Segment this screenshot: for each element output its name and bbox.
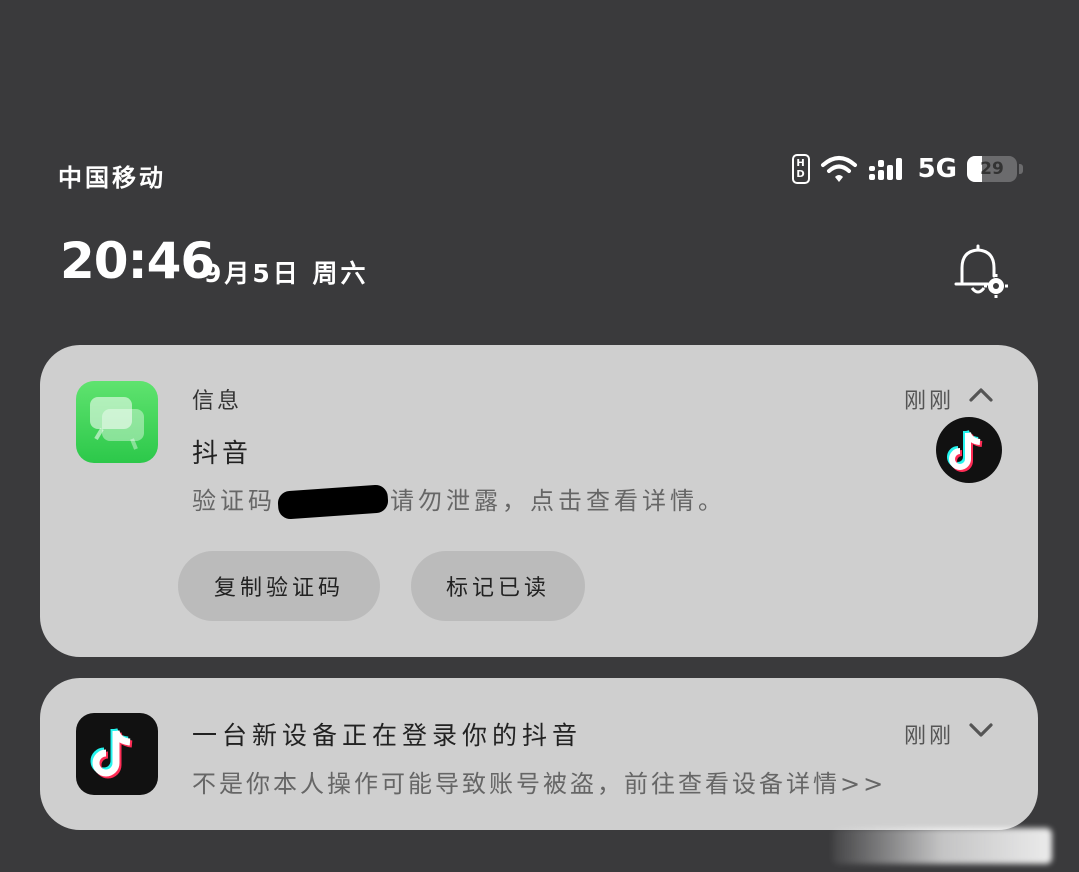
notification-time: 刚刚: [903, 389, 954, 414]
notification-card-tiktok[interactable]: 一台新设备正在登录你的抖音 刚刚 不是你本人操作可能导致账号被盗，前往查看设备详…: [40, 678, 1038, 830]
messages-icon: [76, 381, 158, 463]
tiktok-icon: [76, 713, 158, 795]
battery-icon: 29: [967, 156, 1023, 182]
tiktok-avatar-icon: [936, 417, 1002, 483]
copy-code-button[interactable]: 复制验证码: [178, 551, 380, 621]
notification-body: 不是你本人操作可能导致账号被盗，前往查看设备详情>>: [192, 770, 887, 798]
chevron-down-icon[interactable]: [968, 716, 994, 742]
notification-body: 验证码 请勿泄露，点击查看详情。: [192, 481, 726, 520]
notification-title: 一台新设备正在登录你的抖音: [192, 721, 583, 750]
network-type: 5G: [917, 154, 957, 184]
battery-level: 29: [980, 159, 1004, 179]
hd-label-top: H: [796, 158, 805, 169]
app-name: 信息: [192, 389, 243, 414]
date: 9月5日 周六: [204, 259, 369, 288]
mark-read-button[interactable]: 标记已读: [411, 551, 585, 621]
status-bar: 中国移动 H D 5G 29: [0, 150, 1079, 196]
notification-card-messages[interactable]: 信息 刚刚 抖音 验证码 请勿泄露，点击查看详情。 复制验证码 标记已读: [40, 345, 1038, 657]
battery-tip: [1019, 164, 1023, 174]
chevron-up-icon[interactable]: [968, 383, 994, 409]
hd-icon: H D: [791, 154, 810, 184]
notification-settings-icon[interactable]: [950, 240, 1010, 300]
hd-label-bottom: D: [796, 169, 805, 180]
clock: 20:46: [60, 232, 215, 290]
signal-icon: [868, 158, 902, 180]
status-icons: H D 5G 29: [791, 154, 1023, 184]
wifi-icon: [820, 156, 857, 182]
sender-name: 抖音: [192, 439, 253, 469]
notification-time: 刚刚: [903, 724, 954, 749]
body-suffix: 请勿泄露，点击查看详情。: [390, 487, 726, 515]
body-prefix: 验证码: [192, 487, 276, 515]
redaction-mark: [277, 484, 389, 520]
carrier-name: 中国移动: [58, 164, 166, 192]
blurred-watermark: [832, 828, 1052, 864]
